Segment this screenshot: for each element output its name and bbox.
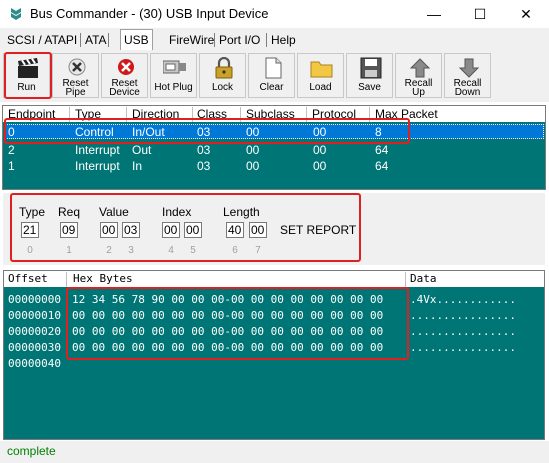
hex-ascii: .4Vx............ (410, 293, 516, 306)
folder-icon (310, 61, 333, 78)
endpoint-highlight-box (4, 118, 410, 144)
hex-ascii: ................ (410, 309, 516, 322)
hex-bytes-header: Hex Bytes (73, 272, 133, 285)
maximize-icon: ☐ (473, 5, 487, 22)
cell-subclass: 00 (246, 159, 260, 173)
load-button[interactable]: Load (297, 53, 344, 98)
arrow-down-icon (458, 58, 480, 78)
hex-offset: 00000010 (8, 309, 61, 322)
clear-page-icon (265, 57, 282, 79)
clear-button[interactable]: Clear (248, 53, 295, 98)
minimize-button[interactable]: — (411, 0, 457, 28)
lock-label: Lock (211, 82, 234, 93)
tab-separator (214, 33, 215, 47)
save-label: Save (358, 82, 381, 93)
recall-up-button[interactable]: Recall Up (395, 53, 442, 98)
reset-device-label-2: Device (109, 87, 140, 98)
app-icon (11, 8, 21, 20)
tab-separator (108, 33, 109, 47)
status-text: complete (7, 444, 56, 458)
lock-button[interactable]: Lock (199, 53, 246, 98)
cell-max-packet: 64 (375, 159, 389, 173)
cell-type: Interrupt (75, 159, 120, 173)
run-highlight-box (4, 52, 52, 99)
reset-device-icon (118, 59, 134, 75)
tab-ata[interactable]: ATA (82, 31, 110, 49)
arrow-up-icon (409, 58, 431, 78)
reset-pipe-icon (68, 58, 86, 76)
hot-plug-icon (163, 60, 186, 74)
status-bar (0, 441, 549, 463)
hex-offset: 00000030 (8, 341, 61, 354)
hex-offset: 00000000 (8, 293, 61, 306)
cell-protocol: 00 (313, 159, 327, 173)
recall-down-button[interactable]: Recall Down (444, 53, 491, 98)
hex-offset: 00000020 (8, 325, 61, 338)
recall-up-label-2: Up (412, 87, 425, 98)
cell-type: Interrupt (75, 143, 120, 157)
column-divider (66, 272, 67, 287)
cell-direction: Out (132, 143, 152, 157)
clear-label: Clear (259, 82, 284, 93)
cell-class: 03 (197, 143, 211, 157)
lock-icon (215, 57, 233, 79)
cell-endpoint: 1 (8, 159, 15, 173)
window-title: Bus Commander - (30) USB Input Device (30, 6, 269, 21)
cell-subclass: 00 (246, 143, 260, 157)
tab-separator (80, 33, 81, 47)
setup-highlight-box (10, 193, 361, 262)
cell-endpoint: 2 (8, 143, 15, 157)
offset-header: Offset (8, 272, 48, 285)
floppy-disk-icon (360, 57, 382, 79)
hex-highlight-box (66, 287, 409, 360)
tab-scsi-atapi[interactable]: SCSI / ATAPI (4, 31, 80, 49)
hex-ascii: ................ (410, 341, 516, 354)
minimize-icon: — (427, 6, 441, 22)
reset-pipe-button[interactable]: Reset Pipe (52, 53, 99, 98)
column-divider (405, 272, 406, 287)
cell-protocol: 00 (313, 143, 327, 157)
hot-plug-button[interactable]: Hot Plug (150, 53, 197, 98)
reset-device-button[interactable]: Reset Device (101, 53, 148, 98)
tab-firewire[interactable]: FireWire (166, 31, 217, 49)
close-button[interactable]: ✕ (503, 0, 549, 28)
hot-plug-label: Hot Plug (154, 82, 193, 93)
cell-class: 03 (197, 159, 211, 173)
reset-pipe-label-2: Pipe (65, 87, 86, 98)
close-icon: ✕ (520, 5, 532, 22)
hex-ascii: ................ (410, 325, 516, 338)
tab-port-io[interactable]: Port I/O (216, 31, 263, 49)
tab-help[interactable]: Help (268, 31, 299, 49)
hex-offset: 00000040 (8, 357, 61, 370)
data-header: Data (410, 272, 437, 285)
load-label: Load (309, 82, 332, 93)
tab-usb[interactable]: USB (120, 29, 153, 51)
cell-direction: In (132, 159, 143, 173)
recall-down-label-2: Down (454, 87, 481, 98)
tab-separator (266, 33, 267, 47)
save-button[interactable]: Save (346, 53, 393, 98)
cell-max-packet: 64 (375, 143, 389, 157)
maximize-button[interactable]: ☐ (457, 0, 503, 28)
